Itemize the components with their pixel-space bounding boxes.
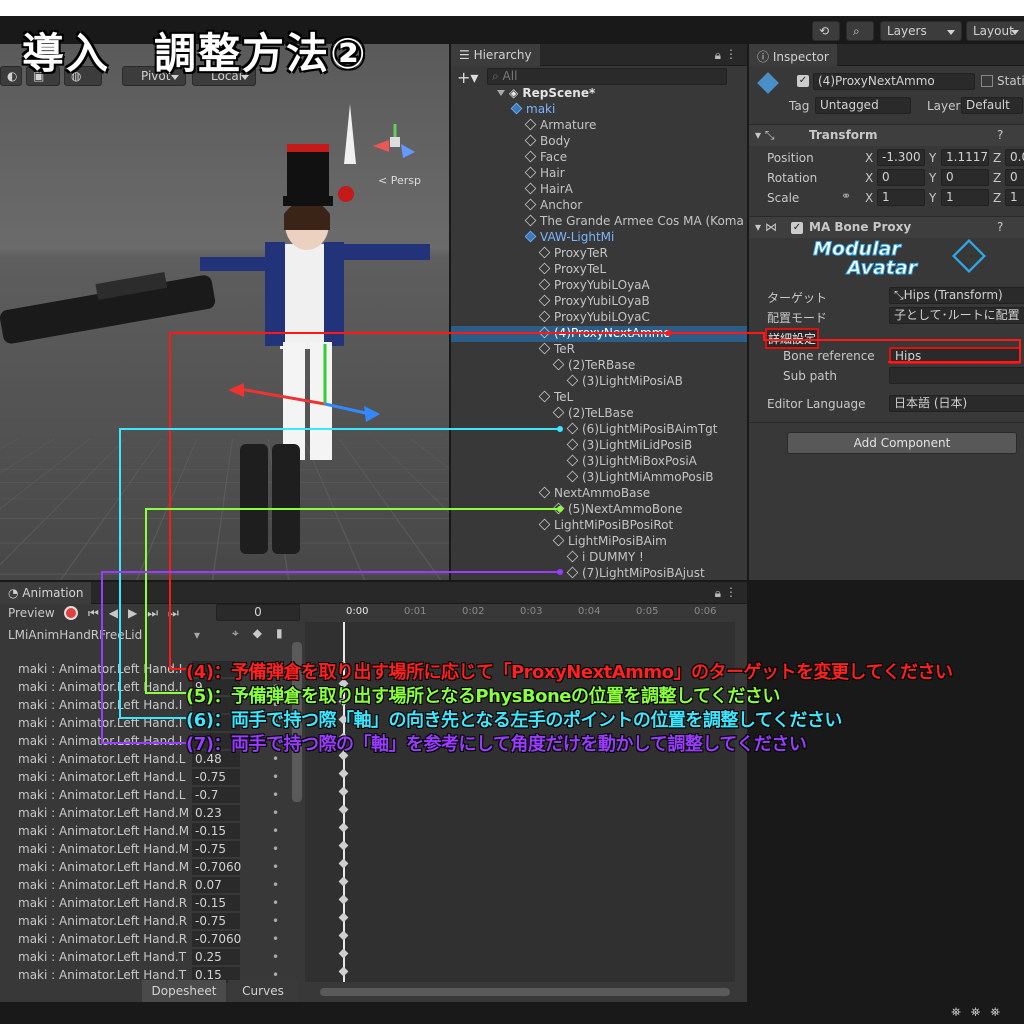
annotation-note: (5)：予備弾倉を取り出す場所となるPhysBoneの位置を調整してください [186,682,780,708]
connector-5-dot [557,506,563,512]
annotation-note: (4)：予備弾倉を取り出す場所に応じて「ProxyNextAmmo」のターゲット… [186,658,952,684]
connector-6-dot [557,426,563,432]
connector-7-dot [557,569,563,575]
connector-4-target [669,333,1020,362]
annotation-note: (7)：両手で持つ際の「軸」を参考にして角度だけを動かして調整してください [186,730,806,756]
annotation-note: (6)：両手で持つ際「軸」の向き先となる左手のポイントの位置を調整してください [186,706,842,732]
connector-4-dot [666,330,672,336]
annotation-connectors [0,0,1024,1024]
connector-4 [170,333,669,669]
